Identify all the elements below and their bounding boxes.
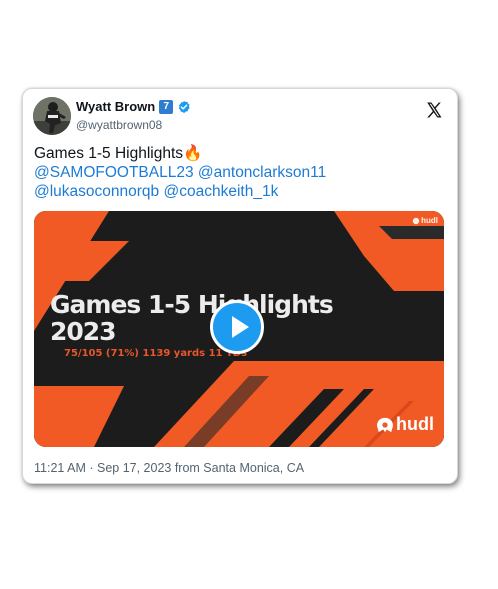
name-row: Wyatt Brown 7	[76, 99, 191, 114]
hudl-small-text: hudl	[421, 216, 438, 225]
fire-emoji: 🔥	[183, 145, 203, 162]
avatar[interactable]	[33, 97, 71, 135]
mentions-line-2: @lukasoconnorqb @coachkeith_1k	[34, 182, 443, 201]
hudl-logo: hudl	[376, 414, 434, 435]
mention-link[interactable]: @coachkeith_1k	[164, 183, 279, 200]
video-title-line2: 2023	[50, 317, 117, 346]
user-handle[interactable]: @wyattbrown08	[76, 118, 162, 132]
hudl-logo-text: hudl	[396, 414, 434, 434]
tweet-timestamp[interactable]: 11:21 AM · Sep 17, 2023 from Santa Monic…	[34, 461, 304, 475]
hudl-small-logo: hudl	[412, 216, 438, 225]
video-stats: 75/105 (71%) 1139 yards 11 TDs	[64, 348, 248, 359]
tweet-title-line: Games 1-5 Highlights🔥	[34, 144, 443, 163]
mention-link[interactable]: @lukasoconnorqb	[34, 183, 159, 200]
number-badge: 7	[159, 99, 174, 114]
video-media[interactable]: hudl Games 1-5 Highlights 2023 75/105 (7…	[34, 211, 444, 447]
video-title-line1: Games 1-5 Highlights	[50, 290, 334, 319]
tweet-header: Wyatt Brown 7 @wyattbrown08	[33, 97, 447, 139]
tweet-text: Games 1-5 Highlights🔥 @SAMOFOOTBALL23 @a…	[34, 144, 443, 201]
mention-link[interactable]: @SAMOFOOTBALL23	[34, 164, 194, 181]
tweet-card[interactable]: Wyatt Brown 7 @wyattbrown08 Games 1-5 Hi…	[22, 88, 458, 484]
x-logo-icon[interactable]	[425, 101, 443, 119]
mentions-line-1: @SAMOFOOTBALL23 @antonclarkson11	[34, 163, 443, 182]
hudl-logo-icon	[377, 417, 393, 432]
mention-link[interactable]: @antonclarkson11	[198, 164, 326, 181]
video-title: Games 1-5 Highlights 2023	[50, 290, 334, 346]
play-button[interactable]	[210, 300, 264, 354]
display-name[interactable]: Wyatt Brown	[76, 99, 155, 114]
tweet-title: Games 1-5 Highlights	[34, 145, 184, 162]
verified-icon	[177, 100, 191, 114]
play-icon	[232, 316, 249, 338]
